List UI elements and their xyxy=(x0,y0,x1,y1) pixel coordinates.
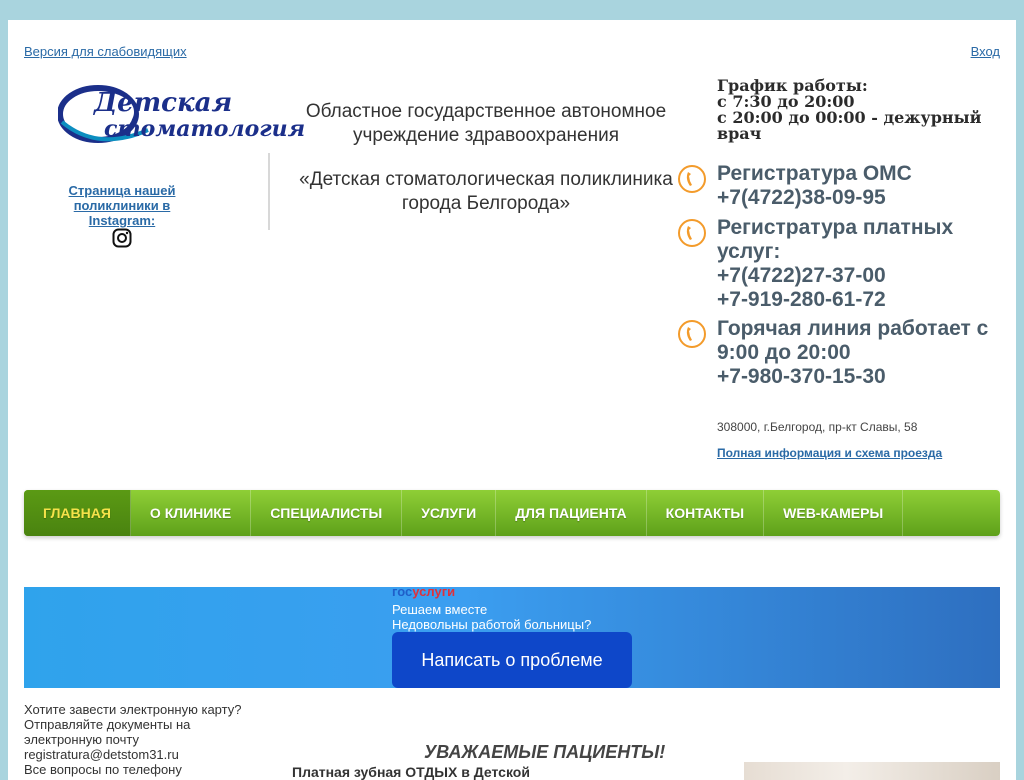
work-schedule: График работы: с 7:30 до 20:00 с 20:00 д… xyxy=(717,78,1017,142)
nav-item-home[interactable]: ГЛАВНАЯ xyxy=(24,490,131,536)
main-text-fragment: Платная зубная ОТДЫХ в Детской xyxy=(292,764,530,780)
email-link[interactable]: registratura@detstom31.ru xyxy=(24,747,254,762)
org-line3: «Детская стоматологическая поликлиника xyxy=(299,169,673,190)
electronic-card-info: Хотите завести электронную карту? Отправ… xyxy=(24,702,254,777)
clinic-logo[interactable]: Детская стоматология xyxy=(57,82,305,148)
phone-icon xyxy=(678,320,706,348)
main-nav: ГЛАВНАЯ О КЛИНИКЕ СПЕЦИАЛИСТЫ УСЛУГИ ДЛЯ… xyxy=(24,490,1000,536)
phone-icon xyxy=(678,165,706,193)
banner-line2: Недовольны работой больницы? xyxy=(392,617,592,632)
left-line5: Все вопросы по телефону xyxy=(24,762,182,777)
phone-icon xyxy=(678,219,706,247)
nav-item-services[interactable]: УСЛУГИ xyxy=(402,490,497,536)
instagram-icon[interactable] xyxy=(112,228,132,248)
nav-item-specialists[interactable]: СПЕЦИАЛИСТЫ xyxy=(251,490,403,536)
gosuslugi-logo-part2: услуги xyxy=(412,587,456,599)
phone-number[interactable]: +7(4722)27-37-00 xyxy=(717,264,1007,288)
accessibility-version-link[interactable]: Версия для слабовидящих xyxy=(24,44,187,59)
organization-name: Областное государственное автономное учр… xyxy=(280,100,692,216)
logo-line1: Детская xyxy=(94,88,233,118)
nav-item-about[interactable]: О КЛИНИКЕ xyxy=(131,490,252,536)
nav-item-contacts[interactable]: КОНТАКТЫ xyxy=(647,490,765,536)
org-line4: города Белгорода» xyxy=(401,193,571,214)
directions-link[interactable]: Полная информация и схема проезда xyxy=(717,446,942,460)
left-line3: электронную почту xyxy=(24,732,139,747)
left-line2: Отправляйте документы на xyxy=(24,717,191,732)
phone-block-paid: Регистратура платных услуг: +7(4722)27-3… xyxy=(677,216,1007,312)
gosuslugi-banner: госуслуги Решаем вместе Недовольны работ… xyxy=(24,587,1000,688)
logo-line2: стоматология xyxy=(104,116,306,142)
phone-block-oms: Регистратура ОМС +7(4722)38-09-95 xyxy=(677,162,1007,212)
page: Версия для слабовидящих Вход Детская сто… xyxy=(8,20,1016,780)
schedule-line2: с 20:00 до 00:00 - дежурный врач xyxy=(717,108,982,143)
banner-line1: Решаем вместе xyxy=(392,602,488,617)
report-problem-button[interactable]: Написать о проблеме xyxy=(392,632,632,688)
phone-number[interactable]: +7(4722)38-09-95 xyxy=(717,186,1007,210)
divider xyxy=(268,153,270,230)
phone-number[interactable]: +7-980-370-15-30 xyxy=(717,365,1007,389)
news-photo xyxy=(744,762,1000,780)
phone-block-hotline: Горячая линия работает с 9:00 до 20:00 +… xyxy=(677,317,1007,389)
phone-label: Регистратура ОМС xyxy=(717,162,912,185)
address-text: 308000, г.Белгород, пр-кт Славы, 58 xyxy=(717,420,918,434)
phone-label: Регистратура платных услуг: xyxy=(717,216,954,263)
org-line2: учреждение здравоохранения xyxy=(352,125,620,146)
patients-heading: УВАЖАЕМЫЕ ПАЦИЕНТЫ! xyxy=(424,742,666,762)
phone-label: Горячая линия работает с 9:00 до 20:00 xyxy=(717,317,989,364)
gosuslugi-logo-part1: гос xyxy=(392,587,413,599)
org-line1: Областное государственное автономное xyxy=(305,101,667,122)
left-line1: Хотите завести электронную карту? xyxy=(24,702,242,717)
gosuslugi-logo: госуслуги xyxy=(392,587,455,599)
nav-item-webcams[interactable]: WEB-КАМЕРЫ xyxy=(764,490,904,536)
instagram-link[interactable]: Страница нашей поликлиники в Instagram: xyxy=(63,183,181,228)
nav-item-for-patients[interactable]: ДЛЯ ПАЦИЕНТА xyxy=(496,490,647,536)
login-link[interactable]: Вход xyxy=(971,44,1000,59)
phone-number[interactable]: +7-919-280-61-72 xyxy=(717,288,1007,312)
